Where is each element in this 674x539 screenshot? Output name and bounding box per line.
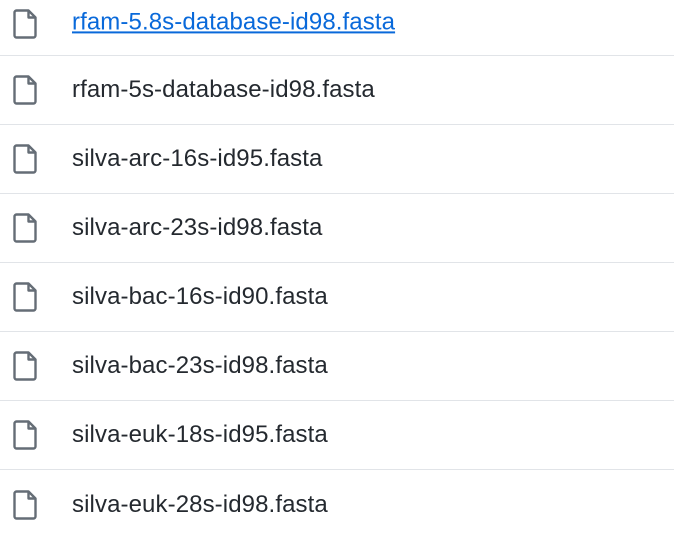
file-icon bbox=[13, 144, 39, 174]
file-icon bbox=[13, 351, 39, 381]
file-list: rfam-5.8s-database-id98.fasta rfam-5s-da… bbox=[0, 0, 674, 539]
file-name-link[interactable]: silva-euk-18s-id95.fasta bbox=[72, 421, 328, 449]
file-icon bbox=[13, 420, 39, 450]
file-icon-glyph bbox=[13, 8, 37, 39]
file-icon-glyph bbox=[13, 75, 37, 105]
file-name-link[interactable]: silva-arc-16s-id95.fasta bbox=[72, 145, 323, 173]
file-name-link[interactable]: silva-euk-28s-id98.fasta bbox=[72, 491, 328, 519]
file-icon bbox=[13, 213, 39, 243]
list-item[interactable]: rfam-5.8s-database-id98.fasta bbox=[0, 0, 674, 56]
list-item[interactable]: silva-euk-18s-id95.fasta bbox=[0, 401, 674, 470]
list-item[interactable]: silva-arc-16s-id95.fasta bbox=[0, 125, 674, 194]
file-name-link[interactable]: silva-arc-23s-id98.fasta bbox=[72, 214, 323, 242]
list-item[interactable]: silva-arc-23s-id98.fasta bbox=[0, 194, 674, 263]
list-item[interactable]: silva-bac-23s-id98.fasta bbox=[0, 332, 674, 401]
file-icon bbox=[13, 282, 39, 312]
file-icon-glyph bbox=[13, 489, 37, 520]
file-name-link[interactable]: silva-bac-16s-id90.fasta bbox=[72, 283, 328, 311]
list-item[interactable]: silva-euk-28s-id98.fasta bbox=[0, 470, 674, 539]
file-icon-glyph bbox=[13, 282, 37, 312]
file-icon-glyph bbox=[13, 144, 37, 174]
file-name-link[interactable]: rfam-5.8s-database-id98.fasta bbox=[72, 8, 395, 36]
list-item[interactable]: rfam-5s-database-id98.fasta bbox=[0, 56, 674, 125]
file-name-link[interactable]: rfam-5s-database-id98.fasta bbox=[72, 76, 375, 104]
file-icon-glyph bbox=[13, 420, 37, 450]
file-icon bbox=[13, 489, 39, 520]
file-icon-glyph bbox=[13, 213, 37, 243]
file-icon bbox=[13, 8, 39, 39]
file-icon-glyph bbox=[13, 351, 37, 381]
file-icon bbox=[13, 75, 39, 105]
list-item[interactable]: silva-bac-16s-id90.fasta bbox=[0, 263, 674, 332]
file-name-link[interactable]: silva-bac-23s-id98.fasta bbox=[72, 352, 328, 380]
